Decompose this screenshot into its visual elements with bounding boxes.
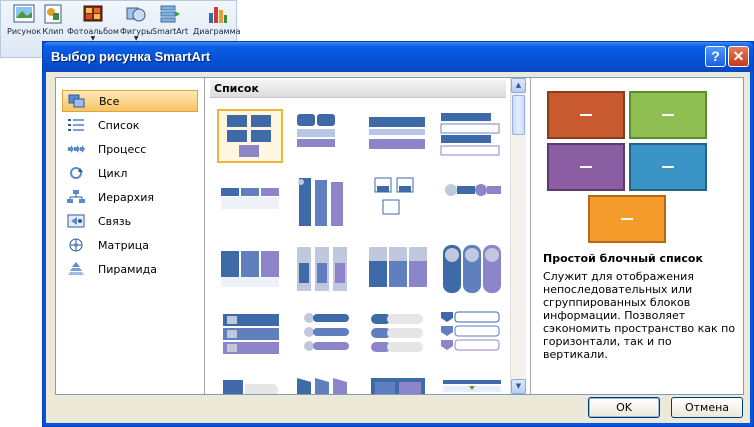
close-button[interactable]: ✕	[728, 46, 749, 67]
process-icon	[66, 141, 86, 157]
category-label: Матрица	[98, 238, 149, 252]
smartart-label: SmartArt	[152, 27, 189, 36]
clipart-icon	[44, 4, 62, 24]
gallery-header: Список	[210, 80, 506, 98]
picture-icon	[13, 4, 35, 23]
layout-thumbnail[interactable]	[365, 243, 431, 297]
layout-thumbnail[interactable]	[291, 109, 357, 163]
layout-thumbnail[interactable]	[217, 109, 283, 163]
category-list-item[interactable]: Список	[62, 114, 198, 136]
layout-thumbnail[interactable]	[291, 310, 357, 364]
layout-thumbnail[interactable]	[291, 243, 357, 297]
category-hierarchy[interactable]: Иерархия	[62, 186, 198, 208]
layout-thumbnail[interactable]	[365, 176, 431, 230]
dialog-title: Выбор рисунка SmartArt	[51, 49, 211, 64]
photo-album-icon	[83, 5, 103, 22]
matrix-icon	[66, 237, 86, 253]
layout-thumbnail[interactable]	[365, 109, 431, 163]
preview-panel: Простой блочный список Служит для отобра…	[530, 78, 743, 394]
all-icon	[67, 93, 87, 109]
category-process[interactable]: Процесс	[62, 138, 198, 160]
chart-label: Диаграмма	[193, 27, 241, 36]
layout-thumbnail[interactable]	[365, 376, 431, 394]
category-label: Пирамида	[98, 262, 157, 276]
chart-icon	[208, 7, 227, 23]
layout-thumbnail[interactable]	[439, 376, 505, 394]
category-label: Процесс	[98, 142, 147, 156]
layout-thumbnail[interactable]	[217, 176, 283, 230]
preview-image	[547, 91, 707, 243]
clipart-label: Клип	[42, 27, 64, 36]
layout-thumbnail[interactable]	[217, 243, 283, 297]
layout-thumbnail[interactable]	[439, 109, 505, 163]
dialog-content: Все Список Процесс Цикл Иерархия Связь М…	[55, 77, 744, 395]
cycle-icon	[66, 165, 86, 181]
gallery-scrollbar[interactable]: ▲ ▼	[510, 78, 526, 394]
relationship-icon	[66, 213, 86, 229]
category-cycle[interactable]: Цикл	[62, 162, 198, 184]
layout-thumbnail[interactable]	[291, 176, 357, 230]
scroll-down-icon[interactable]: ▼	[511, 379, 526, 394]
picture-button[interactable]: Рисунок	[7, 3, 41, 47]
scrollbar-thumb[interactable]	[512, 95, 525, 135]
hierarchy-icon	[66, 189, 86, 205]
scroll-up-icon[interactable]: ▲	[511, 78, 526, 93]
category-label: Связь	[98, 214, 132, 228]
layout-thumbnail[interactable]	[217, 310, 283, 364]
layout-thumbnail[interactable]	[439, 176, 505, 230]
list-icon	[66, 117, 86, 133]
layout-thumbnail[interactable]	[365, 310, 431, 364]
picture-label: Рисунок	[7, 27, 42, 36]
category-pyramid[interactable]: Пирамида	[62, 258, 198, 280]
layout-thumbnail[interactable]	[291, 376, 357, 394]
smartart-icon	[160, 5, 181, 23]
layout-thumbnail[interactable]	[217, 376, 283, 394]
ok-button[interactable]: OK	[588, 397, 660, 418]
layout-gallery: Список ▲ ▼	[207, 78, 526, 394]
screen: { "ribbon": { "buttons": [ {"label": "Ри…	[0, 0, 754, 427]
cancel-button[interactable]: Отмена	[671, 397, 743, 418]
preview-description: Служит для отображения непоследовательны…	[543, 270, 736, 361]
category-label: Цикл	[98, 166, 128, 180]
category-list: Все Список Процесс Цикл Иерархия Связь М…	[56, 78, 205, 394]
category-label: Все	[99, 94, 120, 108]
pyramid-icon	[66, 261, 86, 277]
category-all[interactable]: Все	[62, 90, 198, 112]
category-relationship[interactable]: Связь	[62, 210, 198, 232]
category-label: Список	[98, 118, 140, 132]
help-button[interactable]: ?	[705, 46, 726, 67]
category-matrix[interactable]: Матрица	[62, 234, 198, 256]
smartart-dialog: Выбор рисунка SmartArt ? ✕ Все Список Пр…	[42, 41, 754, 427]
layout-thumbnail[interactable]	[439, 310, 505, 364]
preview-title: Простой блочный список	[543, 252, 703, 265]
category-label: Иерархия	[98, 190, 154, 204]
layout-thumbnail[interactable]	[439, 243, 505, 297]
shapes-icon	[126, 7, 146, 22]
dialog-title-bar[interactable]: Выбор рисунка SmartArt ? ✕	[43, 42, 753, 72]
